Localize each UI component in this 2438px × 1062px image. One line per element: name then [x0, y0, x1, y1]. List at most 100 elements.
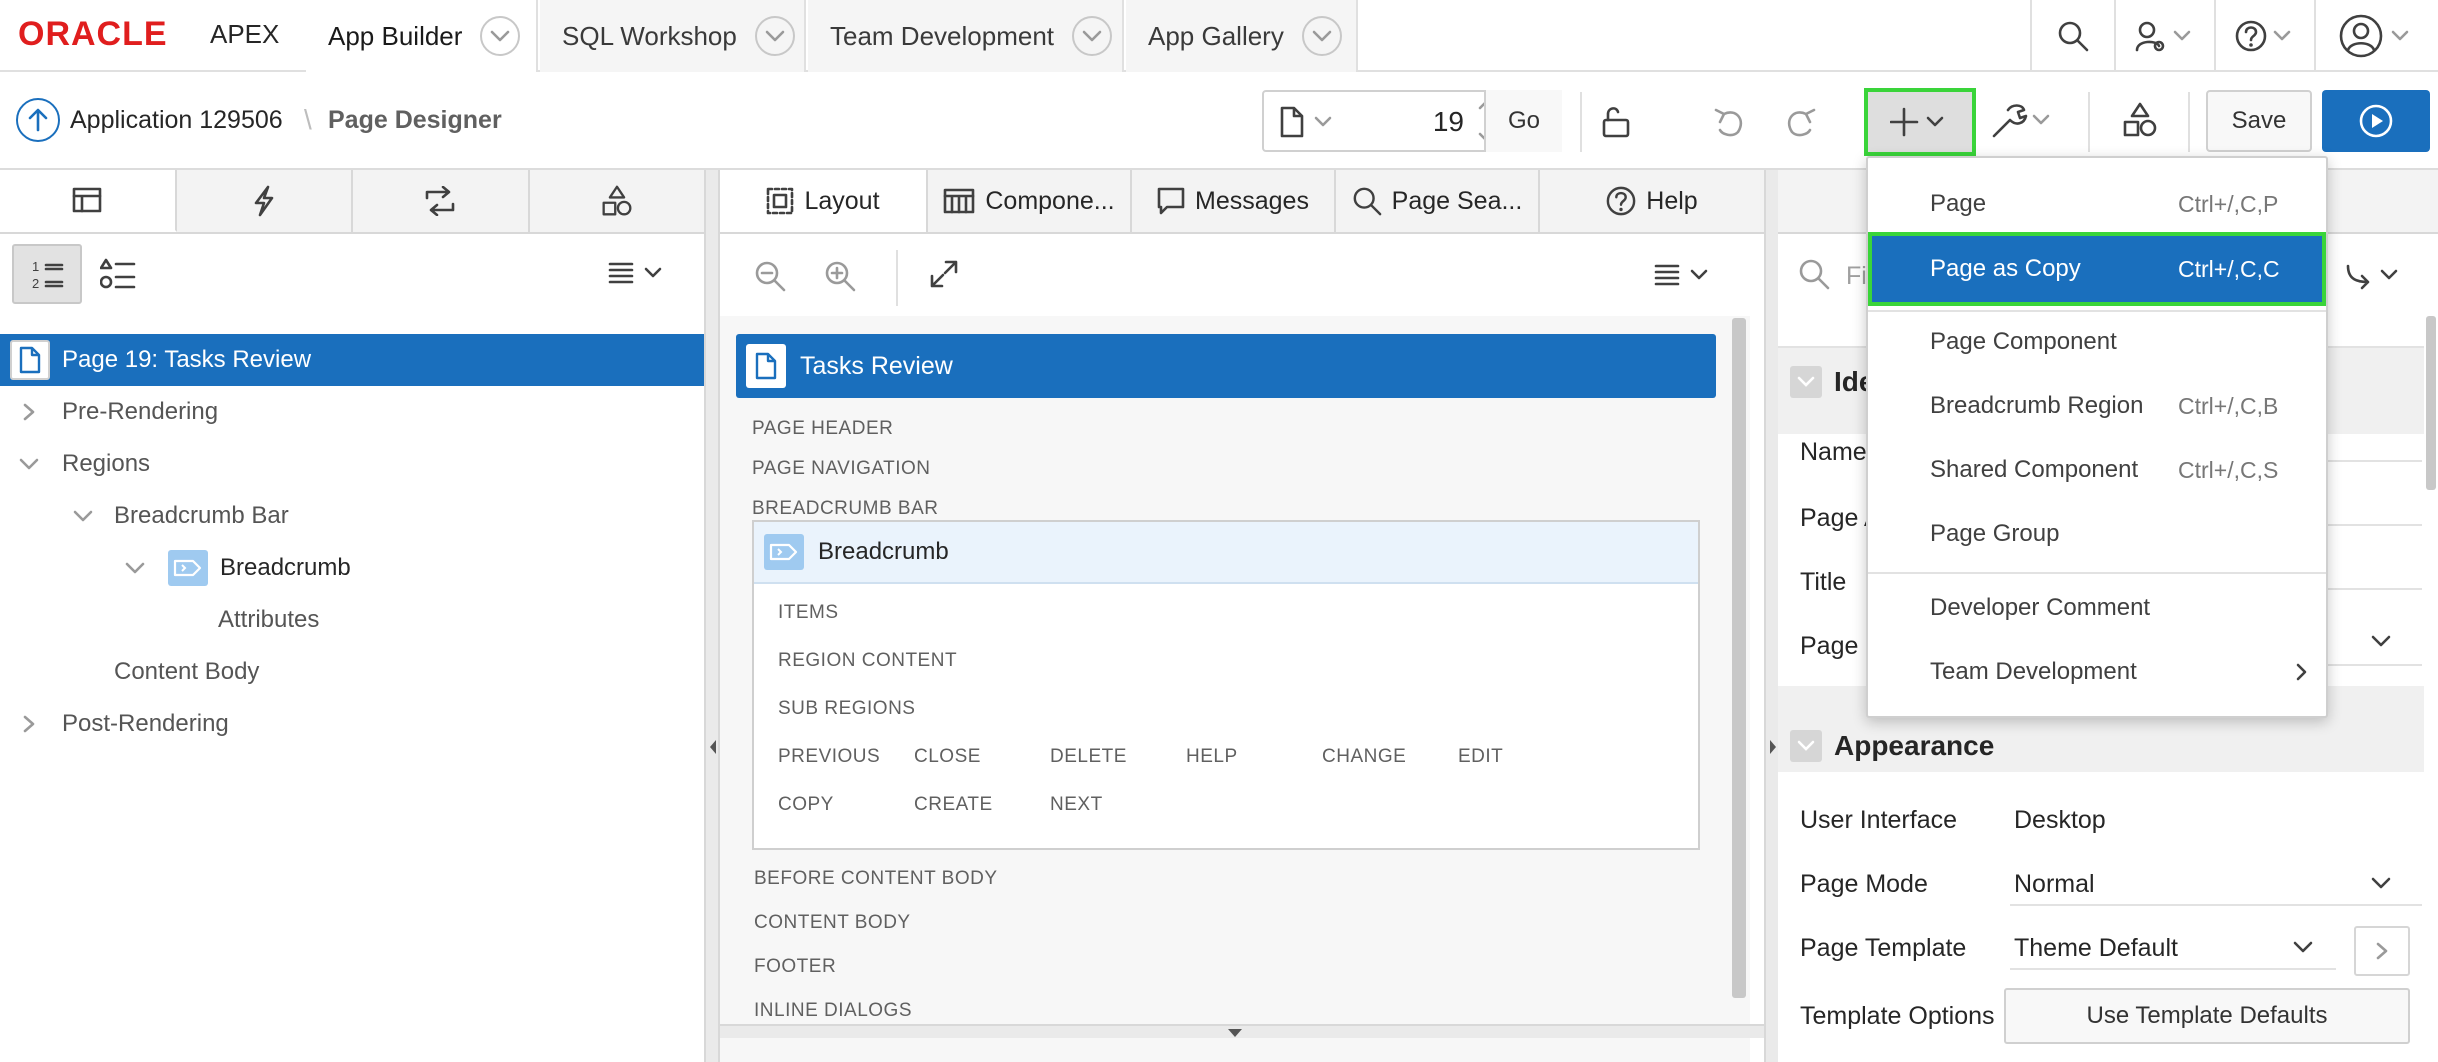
collapse-down-icon[interactable]: [1226, 1028, 1244, 1038]
menu-item-page-as-copy[interactable]: Page as Copy Ctrl+/,C,C: [1868, 232, 2326, 306]
button-position-delete[interactable]: DELETE: [1050, 746, 1127, 768]
create-button[interactable]: [1864, 88, 1976, 156]
region-position-items[interactable]: ITEMS: [778, 602, 839, 624]
tab-rendering[interactable]: [0, 170, 177, 232]
utilities-wrench-icon[interactable]: [1988, 102, 2058, 140]
menu-item-developer-comment[interactable]: Developer Comment: [1868, 578, 2326, 638]
button-position-copy[interactable]: COPY: [778, 794, 834, 816]
nav-tab-app-builder[interactable]: App Builder: [306, 0, 538, 72]
section-footer[interactable]: FOOTER: [754, 956, 836, 978]
menu-item-shared-component[interactable]: Shared Component Ctrl+/,C,S: [1868, 440, 2326, 500]
nav-tab-app-gallery[interactable]: App Gallery: [1126, 0, 1358, 72]
menu-item-team-development[interactable]: Team Development: [1868, 642, 2326, 702]
collapse-chevron-icon[interactable]: [1790, 730, 1822, 762]
tab-processing[interactable]: [353, 170, 530, 232]
chevron-down-icon[interactable]: [2370, 876, 2392, 890]
nav-tab-team-development[interactable]: Team Development: [808, 0, 1124, 72]
menu-lines-icon[interactable]: [1654, 262, 1714, 288]
redo-icon[interactable]: [1784, 106, 1818, 138]
tree-node-breadcrumb-bar[interactable]: Breadcrumb Bar: [0, 490, 704, 542]
section-page-navigation[interactable]: PAGE NAVIGATION: [752, 458, 931, 480]
section-breadcrumb-bar[interactable]: BREADCRUMB BAR: [752, 498, 938, 520]
tree-node-pre-rendering[interactable]: Pre-Rendering: [0, 386, 704, 438]
button-position-create[interactable]: CREATE: [914, 794, 993, 816]
go-to-group-icon[interactable]: [2344, 260, 2404, 290]
region-position-region-content[interactable]: REGION CONTENT: [778, 650, 957, 672]
collapse-right-icon[interactable]: [1768, 738, 1778, 756]
menu-item-page[interactable]: Page Ctrl+/,C,P: [1868, 174, 2326, 234]
chevron-down-icon[interactable]: [2292, 940, 2314, 954]
section-page-header[interactable]: PAGE HEADER: [752, 418, 893, 440]
save-and-run-button[interactable]: [2322, 90, 2430, 152]
button-position-next[interactable]: NEXT: [1050, 794, 1103, 816]
page-layout-header[interactable]: Tasks Review: [736, 334, 1716, 398]
chevron-down-icon[interactable]: [1072, 16, 1112, 56]
menu-lines-icon[interactable]: [608, 260, 668, 286]
chevron-down-icon[interactable]: [1301, 16, 1342, 56]
save-button[interactable]: Save: [2206, 90, 2312, 152]
left-splitter[interactable]: [706, 170, 720, 1062]
tab-messages[interactable]: Messages: [1132, 170, 1336, 232]
template-options-button[interactable]: Use Template Defaults: [2004, 988, 2410, 1044]
chevron-down-icon[interactable]: [18, 457, 40, 471]
tab-help[interactable]: Help: [1540, 170, 1764, 232]
layout-scrollbar[interactable]: [1732, 318, 1746, 998]
tree-node-regions[interactable]: Regions: [0, 438, 704, 490]
filter-input[interactable]: Fi: [1846, 262, 1867, 291]
chevron-down-icon[interactable]: [754, 16, 795, 56]
help-icon[interactable]: [2214, 0, 2314, 72]
menu-item-page-component[interactable]: Page Component: [1868, 312, 2326, 372]
section-before-content-body[interactable]: BEFORE CONTENT BODY: [754, 868, 998, 890]
region-position-sub-regions[interactable]: SUB REGIONS: [778, 698, 915, 720]
horizontal-splitter[interactable]: [720, 1024, 1764, 1038]
lock-icon[interactable]: [1600, 106, 1632, 138]
chevron-down-icon[interactable]: [2370, 634, 2392, 648]
button-position-edit[interactable]: EDIT: [1458, 746, 1503, 768]
region-header[interactable]: Breadcrumb: [754, 522, 1698, 584]
tab-component-view[interactable]: Compone...: [928, 170, 1132, 232]
user-avatar-icon[interactable]: [2314, 0, 2438, 72]
chevron-right-icon[interactable]: [22, 714, 36, 734]
property-scrollbar[interactable]: [2426, 316, 2436, 490]
chevron-down-icon[interactable]: [72, 509, 94, 523]
go-button[interactable]: Go: [1484, 90, 1562, 152]
collapse-left-icon[interactable]: [708, 738, 718, 756]
menu-item-page-group[interactable]: Page Group: [1868, 504, 2326, 564]
nav-tab-sql-workshop[interactable]: SQL Workshop: [540, 0, 806, 72]
tree-node-breadcrumb[interactable]: Breadcrumb: [0, 542, 704, 594]
tree-node-attributes[interactable]: Attributes: [0, 594, 704, 646]
oracle-logo[interactable]: ORACLE: [18, 17, 168, 51]
page-mode-select[interactable]: Normal: [2014, 870, 2095, 899]
expand-icon[interactable]: [928, 258, 960, 290]
chevron-down-icon[interactable]: [124, 561, 146, 575]
page-template-select[interactable]: Theme Default: [2014, 934, 2178, 963]
apex-logo[interactable]: APEX: [210, 20, 279, 48]
section-inline-dialogs[interactable]: INLINE DIALOGS: [754, 1000, 912, 1022]
button-position-help[interactable]: HELP: [1186, 746, 1238, 768]
zoom-out-icon[interactable]: [754, 260, 786, 292]
right-splitter[interactable]: [1764, 170, 1778, 1062]
menu-item-breadcrumb-region[interactable]: Breadcrumb Region Ctrl+/,C,B: [1868, 376, 2326, 436]
layout-canvas[interactable]: Tasks Review PAGE HEADER PAGE NAVIGATION…: [720, 316, 1750, 1062]
application-link[interactable]: Application 129506: [70, 106, 283, 135]
chevron-down-icon[interactable]: [480, 16, 521, 56]
component-list-icon[interactable]: [100, 258, 136, 290]
undo-icon[interactable]: [1712, 106, 1746, 138]
arrow-up-icon[interactable]: [16, 98, 60, 142]
breadcrumb-region-block[interactable]: Breadcrumb ITEMS REGION CONTENT SUB REGI…: [752, 520, 1700, 850]
page-number-input[interactable]: 19: [1384, 106, 1464, 138]
numbered-list-view-button[interactable]: 12: [12, 244, 82, 304]
page-icon[interactable]: [1278, 106, 1340, 138]
admin-user-icon[interactable]: [2114, 0, 2214, 72]
section-content-body[interactable]: CONTENT BODY: [754, 912, 911, 934]
search-icon[interactable]: [2030, 0, 2114, 72]
tab-shared-components[interactable]: [530, 170, 705, 232]
tab-page-search[interactable]: Page Sea...: [1336, 170, 1540, 232]
button-position-change[interactable]: CHANGE: [1322, 746, 1406, 768]
tab-dynamic-actions[interactable]: [177, 170, 353, 232]
chevron-right-icon[interactable]: [22, 402, 36, 422]
tree-node-content-body[interactable]: Content Body: [0, 646, 704, 698]
button-position-close[interactable]: CLOSE: [914, 746, 981, 768]
tab-layout[interactable]: Layout: [720, 170, 928, 232]
button-position-previous[interactable]: PREVIOUS: [778, 746, 880, 768]
